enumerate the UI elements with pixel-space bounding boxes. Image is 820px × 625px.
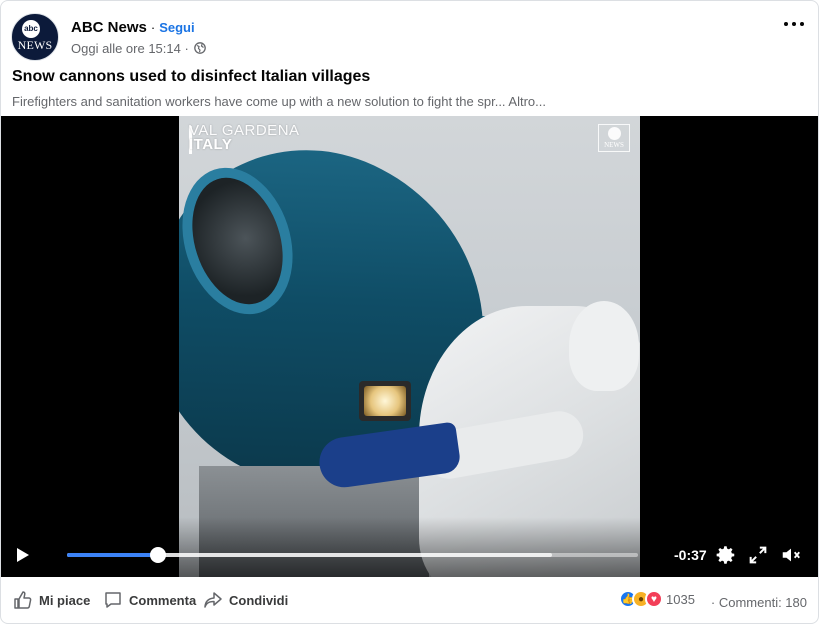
reactions-count: 1035 xyxy=(666,591,695,607)
video-frame: VAL GARDENA ITALY NEWS xyxy=(179,116,640,577)
location-line1: VAL GARDENA xyxy=(189,122,300,139)
like-label: Mi piace xyxy=(39,592,91,608)
comment-label: Commenta xyxy=(129,592,197,608)
location-overlay: VAL GARDENA ITALY xyxy=(189,122,300,153)
progress-knob[interactable] xyxy=(150,547,167,563)
post-meta: ABC News · Segui Oggi alle ore 15:14 · xyxy=(71,19,206,56)
watermark-text: NEWS xyxy=(604,141,624,149)
fullscreen-icon[interactable] xyxy=(747,544,769,566)
time-remaining: -0:37 xyxy=(674,547,707,563)
played-bar xyxy=(67,553,159,557)
post-footer: Mi piace Commenta Condividi 👍 ● ♥ 1035 ·… xyxy=(1,586,818,616)
play-icon[interactable] xyxy=(17,548,29,562)
comments-count[interactable]: · Commenti: 180 xyxy=(711,595,807,610)
avatar-logo-top: abc xyxy=(22,20,40,38)
mute-icon[interactable] xyxy=(780,544,802,566)
post-subtitle[interactable]: Firefighters and sanitation workers have… xyxy=(12,94,546,109)
video-controls: -0:37 xyxy=(1,517,818,577)
post-timestamp[interactable]: Oggi alle ore 15:14 · xyxy=(71,41,189,56)
love-icon: ♥ xyxy=(645,590,663,608)
location-line2: ITALY xyxy=(189,136,233,153)
comment-icon xyxy=(105,592,121,608)
separator-dot: · xyxy=(150,19,156,35)
thumbs-up-icon xyxy=(14,591,32,609)
progress-bar[interactable] xyxy=(67,547,638,563)
more-options-icon[interactable] xyxy=(784,17,804,31)
post-title[interactable]: Snow cannons used to disinfect Italian v… xyxy=(12,68,370,86)
share-icon xyxy=(204,592,222,608)
share-button[interactable]: Condividi xyxy=(203,590,288,610)
reactions-summary[interactable]: 👍 ● ♥ 1035 xyxy=(619,590,695,608)
comment-button[interactable]: Commenta xyxy=(103,590,196,610)
abc-watermark-icon: NEWS xyxy=(598,124,630,152)
avatar[interactable]: abc NEWS xyxy=(11,13,59,61)
like-button[interactable]: Mi piace xyxy=(13,590,90,610)
post-card: abc NEWS ABC News · Segui Oggi alle ore … xyxy=(0,0,819,624)
share-label: Condividi xyxy=(229,592,289,608)
settings-gear-icon[interactable] xyxy=(715,544,737,566)
follow-button[interactable]: Segui xyxy=(159,20,194,35)
name-row: ABC News · Segui xyxy=(71,19,206,36)
avatar-logo-bottom: NEWS xyxy=(17,38,53,52)
video-player[interactable]: VAL GARDENA ITALY NEWS -0:37 xyxy=(1,116,818,577)
post-header: abc NEWS ABC News · Segui Oggi alle ore … xyxy=(11,13,206,61)
time-row: Oggi alle ore 15:14 · xyxy=(71,41,206,56)
page-name[interactable]: ABC News xyxy=(71,19,147,36)
globe-icon xyxy=(193,42,206,54)
